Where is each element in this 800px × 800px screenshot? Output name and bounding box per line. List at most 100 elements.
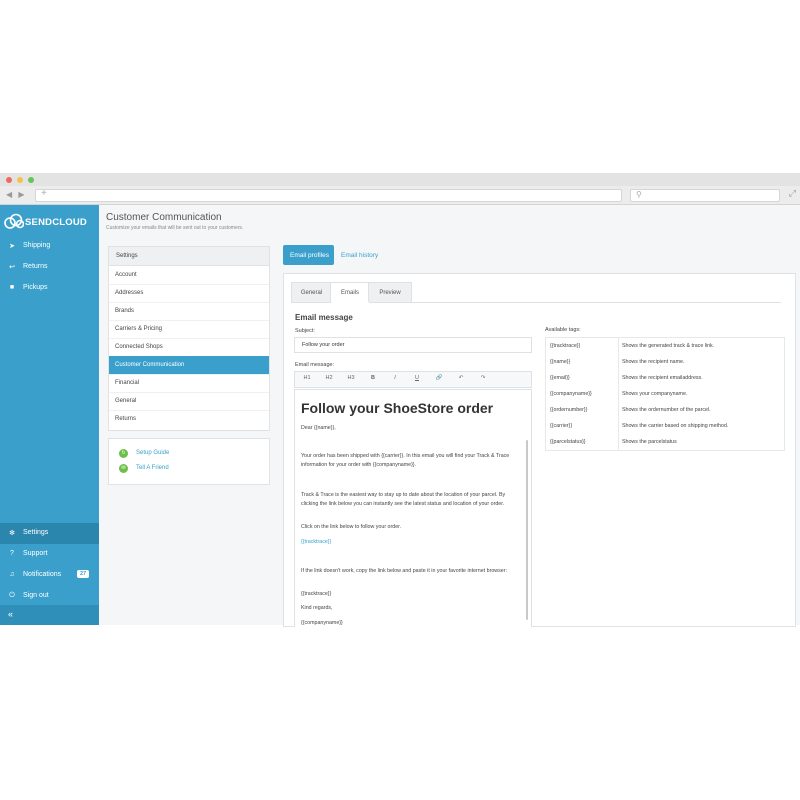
brand-name: SENDCLOUD [25, 217, 87, 228]
truck-icon: ■ [9, 284, 15, 291]
table-row: {{ordernumber}} Shows the ordernumber of… [545, 402, 785, 419]
sidebar-item-label: Shipping [23, 242, 51, 249]
sidebar-item-pickups[interactable]: ■ Pickups [0, 278, 99, 299]
sidebar-item-settings[interactable]: ✻ Settings [0, 523, 99, 544]
table-row: {{carrier}} Shows the carrier based on s… [545, 418, 785, 435]
tag-description: Shows the generated track & trace link. [622, 343, 715, 349]
back-forward-icon[interactable]: ◀ ▶ [6, 190, 27, 199]
settings-item-connected-shops[interactable]: Connected Shops [109, 338, 269, 357]
tag-name: {{ordernumber}} [550, 407, 588, 413]
sidebar-item-notifications[interactable]: ♫ Notifications 27 [0, 565, 99, 586]
settings-item-label: Account [115, 272, 137, 278]
collapse-sidebar-button[interactable]: « [0, 605, 99, 625]
tab-label: General [300, 290, 323, 296]
sidebar-item-label: Sign out [23, 592, 49, 599]
settings-item-addresses[interactable]: Addresses [109, 284, 269, 303]
heading2-button[interactable]: H2 [321, 375, 337, 381]
browser-toolbar: ◀ ▶ + ⚲ ⤢ [0, 186, 800, 205]
fullscreen-icon[interactable]: ⤢ [789, 188, 796, 199]
page-header: Customer Communication Customize your em… [99, 205, 800, 237]
tag-name: {{carrier}} [550, 423, 573, 429]
sidebar-item-returns[interactable]: ↩ Returns [0, 257, 99, 278]
email-settings-card: General Emails Preview Email message Sub… [283, 273, 796, 627]
subject-label: Subject: [295, 328, 315, 334]
tab-label: Emails [340, 290, 359, 296]
tag-name: {{tracktrace}} [550, 343, 581, 349]
friend-icon: ✉ [119, 464, 128, 473]
editor-toolbar: H1 H2 H3 B I U 🔗 ↶ ↷ [294, 371, 532, 388]
email-signature: {{companyname}} [301, 620, 343, 626]
tag-name: {{email}} [550, 375, 570, 381]
link-label: Tell A Friend [136, 465, 169, 471]
available-tags-label: Available tags: [545, 327, 581, 333]
settings-item-label: Customer Communication [115, 362, 185, 368]
sidebar-item-label: Returns [23, 263, 48, 270]
settings-item-general[interactable]: General [109, 392, 269, 411]
email-tracktrace-tag: {{tracktrace}} [301, 539, 332, 545]
settings-item-returns[interactable]: Returns [109, 410, 269, 428]
settings-menu: Settings Account Addresses Brands Carrie… [108, 246, 270, 431]
settings-item-financial[interactable]: Financial [109, 374, 269, 393]
heading1-button[interactable]: H1 [299, 375, 315, 381]
redo-icon[interactable]: ↷ [475, 375, 491, 381]
sidebar: SENDCLOUD ➤ Shipping ↩ Returns ■ Pickups… [0, 205, 99, 625]
tag-name: {{companyname}} [550, 391, 592, 397]
close-window-button[interactable] [6, 177, 12, 183]
tab-email-profiles[interactable]: Email profiles [283, 245, 334, 265]
email-paragraph: Track & Trace is the easiest way to stay… [301, 492, 506, 507]
email-section-title: Email message [295, 313, 353, 322]
tag-description: Shows the parcelstatus [622, 439, 677, 445]
tab-email-history[interactable]: Email history [334, 245, 384, 265]
gear-icon: ✻ [9, 530, 15, 537]
sidebar-item-support[interactable]: ? Support [0, 544, 99, 565]
notification-count-badge: 27 [77, 570, 90, 578]
settings-item-label: Brands [115, 308, 135, 314]
address-bar[interactable]: + [35, 188, 622, 202]
subject-input[interactable]: Follow your order [294, 337, 532, 353]
undo-icon[interactable]: ↶ [453, 375, 469, 381]
paper-plane-icon: ➤ [9, 243, 15, 250]
italic-button[interactable]: I [387, 375, 403, 381]
tab-label: Email profiles [290, 252, 330, 259]
tag-description: Shows the ordernumber of the parcel. [622, 407, 711, 413]
underline-button[interactable]: U [409, 375, 425, 381]
browser-search-input[interactable]: ⚲ [630, 189, 780, 202]
heading3-button[interactable]: H3 [343, 375, 359, 381]
tab-general[interactable]: General [291, 282, 332, 302]
settings-item-carriers-pricing[interactable]: Carriers & Pricing [109, 320, 269, 339]
email-body-editor[interactable]: Follow your ShoeStore order Dear {{name}… [294, 389, 532, 627]
settings-item-customer-communication[interactable]: Customer Communication [109, 356, 269, 375]
email-heading: Follow your ShoeStore order [301, 400, 494, 416]
tag-description: Shows your companyname. [622, 391, 688, 397]
return-icon: ↩ [9, 264, 15, 271]
tab-preview[interactable]: Preview [368, 282, 412, 302]
new-tab-icon[interactable]: + [41, 188, 47, 199]
settings-item-label: Carriers & Pricing [115, 326, 163, 332]
email-paragraph: Click on the link below to follow your o… [301, 524, 402, 530]
power-icon: ⏻ [9, 592, 15, 599]
maximize-window-button[interactable] [28, 177, 34, 183]
editor-scrollbar[interactable] [526, 440, 528, 620]
sidebar-item-sign-out[interactable]: ⏻ Sign out [0, 586, 99, 607]
sidebar-item-label: Support [23, 550, 48, 557]
link-icon[interactable]: 🔗 [431, 375, 447, 381]
table-row: {{companyname}} Shows your companyname. [545, 386, 785, 403]
settings-menu-heading: Settings [109, 247, 269, 266]
table-row: {{parcelstatus}} Shows the parcelstatus [545, 434, 785, 451]
link-label: Setup Guide [136, 450, 170, 456]
settings-heading-label: Settings [116, 253, 138, 259]
tab-label: Email history [341, 252, 379, 259]
window-titlebar [0, 173, 800, 186]
settings-item-brands[interactable]: Brands [109, 302, 269, 321]
search-icon: ⚲ [636, 190, 642, 199]
logo[interactable]: SENDCLOUD [4, 211, 96, 233]
email-tracktrace-tag: {{tracktrace}} [301, 591, 332, 597]
settings-item-account[interactable]: Account [109, 266, 269, 285]
sidebar-item-label: Pickups [23, 284, 48, 291]
bold-button[interactable]: B [365, 375, 381, 381]
sidebar-item-shipping[interactable]: ➤ Shipping [0, 236, 99, 257]
minimize-window-button[interactable] [17, 177, 23, 183]
help-links-panel: ↻ Setup Guide ✉ Tell A Friend [108, 438, 270, 485]
tag-name: {{name}} [550, 359, 571, 365]
tab-emails[interactable]: Emails [330, 282, 370, 303]
